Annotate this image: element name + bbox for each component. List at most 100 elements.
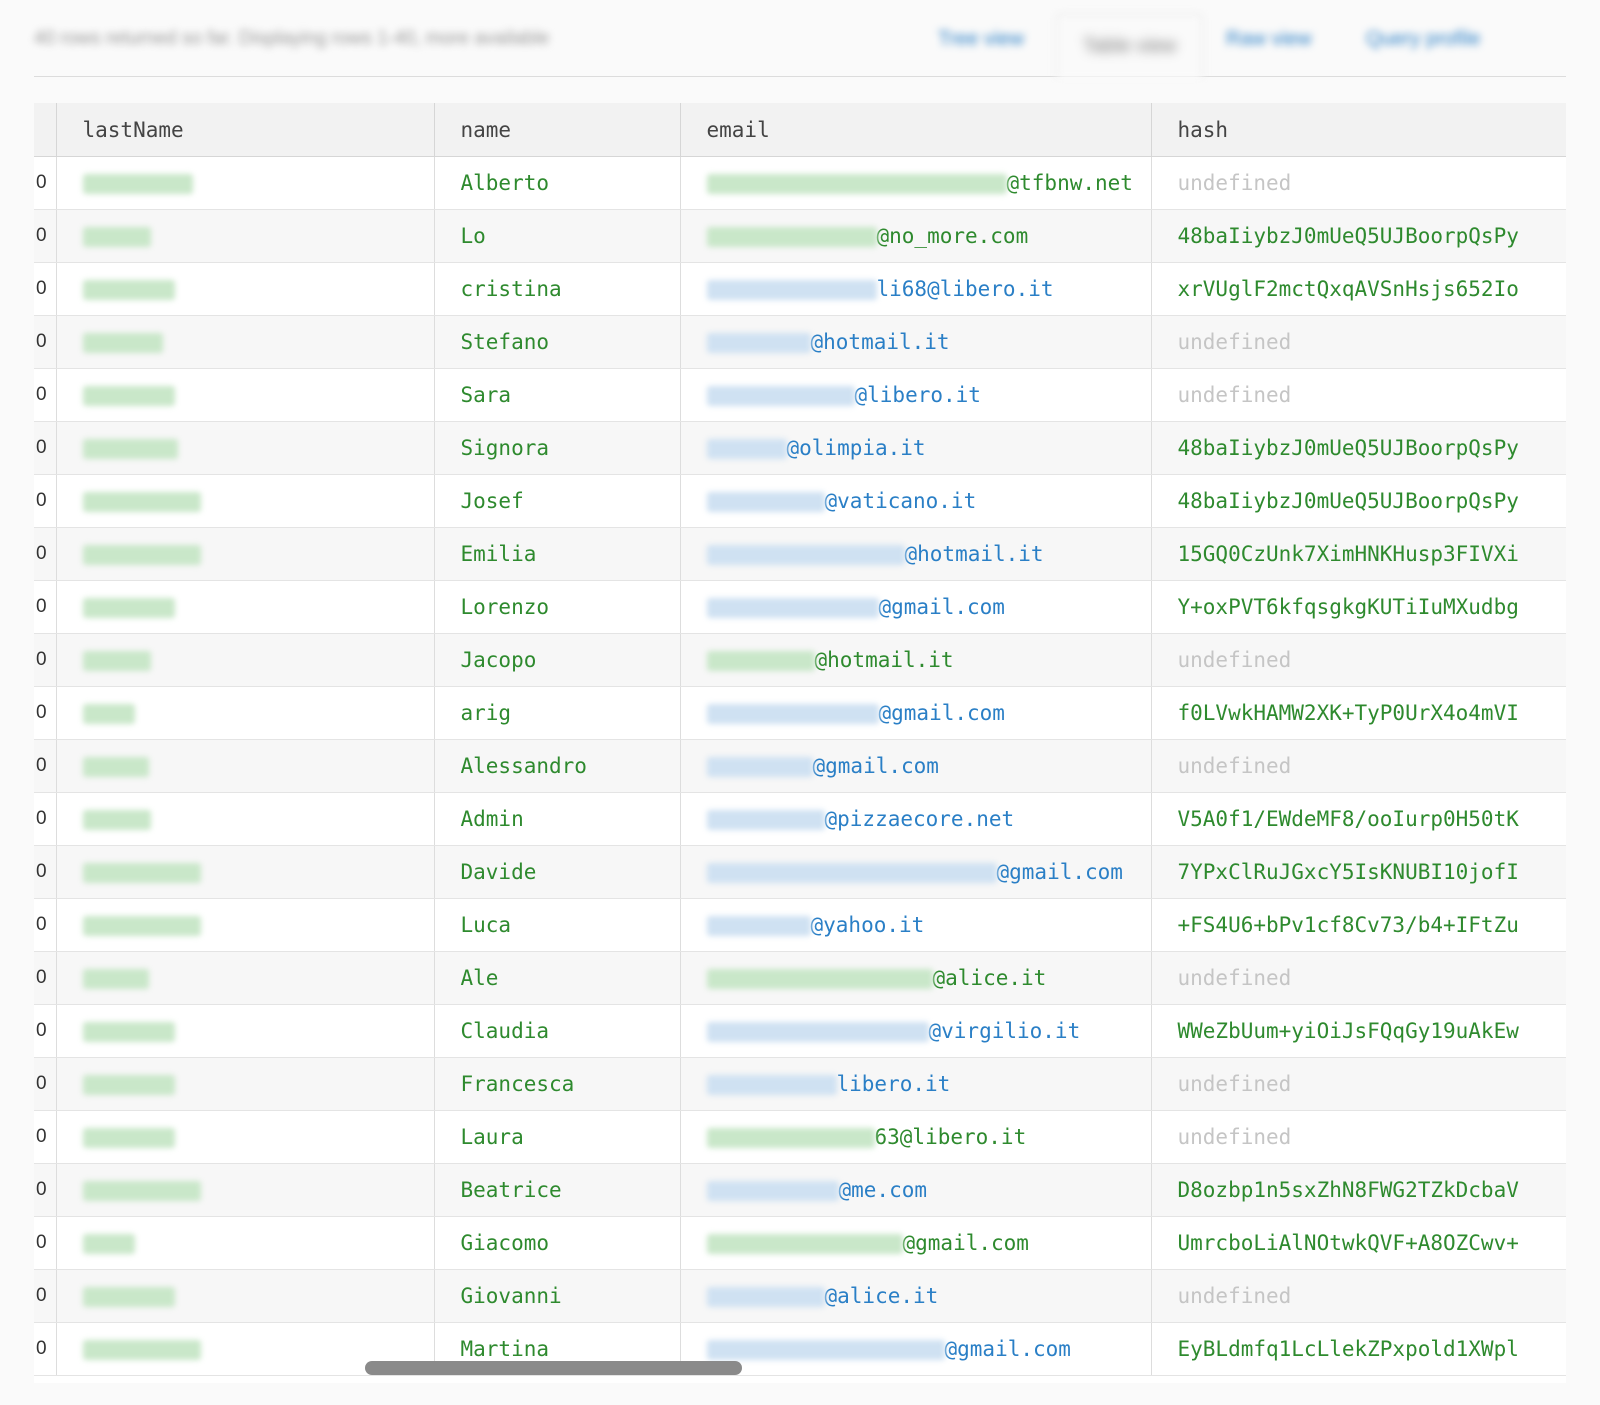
- column-header-email[interactable]: email: [680, 103, 1152, 157]
- tab-raw-view[interactable]: Raw view: [1226, 28, 1312, 51]
- hash-cell[interactable]: xrVUglF2mctQxqAVSnHsjs652Io: [1151, 262, 1566, 316]
- email-cell[interactable]: @gmail.com: [680, 845, 1152, 899]
- lastname-cell[interactable]: [56, 951, 435, 1005]
- lastname-cell[interactable]: [56, 1216, 435, 1270]
- name-cell[interactable]: Signora: [434, 421, 681, 475]
- hash-cell[interactable]: f0LVwkHAMW2XK+TyP0UrX4o4mVI: [1151, 686, 1566, 740]
- hash-cell[interactable]: UmrcboLiAlNOtwkQVF+A8OZCwv+: [1151, 1216, 1566, 1270]
- table-row[interactable]: 0 Emilia @hotmail.it 15GQ0CzUnk7XimHNKHusp3…: [34, 527, 1566, 581]
- tab-table-view[interactable]: Table view: [1056, 14, 1204, 78]
- hash-cell[interactable]: EyBLdmfq1LcLlekZPxpold1XWpl: [1151, 1322, 1566, 1376]
- hash-cell[interactable]: 15GQ0CzUnk7XimHNKHusp3FIVXi: [1151, 527, 1566, 581]
- table-row[interactable]: 0 Josef @vaticano.it 48baIiybzJ0mUeQ5UJBoor…: [34, 474, 1566, 528]
- table-row[interactable]: 0 Ale @alice.it undefined: [34, 951, 1566, 1005]
- email-cell[interactable]: @gmail.com: [680, 739, 1152, 793]
- hash-cell[interactable]: undefined: [1151, 1110, 1566, 1164]
- hash-cell[interactable]: 7YPxClRuJGxcY5IsKNUBI10jofI: [1151, 845, 1566, 899]
- name-cell[interactable]: Sara: [434, 368, 681, 422]
- lastname-cell[interactable]: [56, 262, 435, 316]
- name-cell[interactable]: Davide: [434, 845, 681, 899]
- hash-cell[interactable]: undefined: [1151, 1269, 1566, 1323]
- table-row[interactable]: 0 Lorenzo @gmail.com Y+oxPVT6kfqsgkgKUTiIuM…: [34, 580, 1566, 634]
- tab-tree-view[interactable]: Tree view: [938, 28, 1024, 51]
- lastname-cell[interactable]: [56, 580, 435, 634]
- table-row[interactable]: 0 Giacomo @gmail.com UmrcboLiAlNOtwkQVF+A8O…: [34, 1216, 1566, 1270]
- name-cell[interactable]: Beatrice: [434, 1163, 681, 1217]
- lastname-cell[interactable]: [56, 156, 435, 210]
- name-cell[interactable]: Giovanni: [434, 1269, 681, 1323]
- name-cell[interactable]: Laura: [434, 1110, 681, 1164]
- name-cell[interactable]: Lo: [434, 209, 681, 263]
- tab-query-profile[interactable]: Query profile: [1366, 28, 1481, 51]
- email-cell[interactable]: @tfbnw.net: [680, 156, 1152, 210]
- name-cell[interactable]: Stefano: [434, 315, 681, 369]
- table-row[interactable]: 0 arig @gmail.com f0LVwkHAMW2XK+TyP0UrX4o4m…: [34, 686, 1566, 740]
- lastname-cell[interactable]: [56, 845, 435, 899]
- lastname-cell[interactable]: [56, 739, 435, 793]
- table-row[interactable]: 0 Alberto @tfbnw.net undefined: [34, 156, 1566, 210]
- name-cell[interactable]: Jacopo: [434, 633, 681, 687]
- email-cell[interactable]: libero.it: [680, 1057, 1152, 1111]
- email-cell[interactable]: @me.com: [680, 1163, 1152, 1217]
- lastname-cell[interactable]: [56, 1163, 435, 1217]
- email-cell[interactable]: @alice.it: [680, 951, 1152, 1005]
- lastname-cell[interactable]: [56, 1004, 435, 1058]
- lastname-cell[interactable]: [56, 474, 435, 528]
- table-row[interactable]: 0 Martina @gmail.com EyBLdmfq1LcLlekZPxpold…: [34, 1322, 1566, 1376]
- email-cell[interactable]: @alice.it: [680, 1269, 1152, 1323]
- email-cell[interactable]: 63@libero.it: [680, 1110, 1152, 1164]
- table-row[interactable]: 0 Alessandro @gmail.com undefined: [34, 739, 1566, 793]
- table-row[interactable]: 0 Signora @olimpia.it 48baIiybzJ0mUeQ5UJBoo…: [34, 421, 1566, 475]
- email-cell[interactable]: @hotmail.it: [680, 315, 1152, 369]
- table-row[interactable]: 0 Lo @no_more.com 48baIiybzJ0mUeQ5UJBoorpQs…: [34, 209, 1566, 263]
- email-cell[interactable]: @no_more.com: [680, 209, 1152, 263]
- name-cell[interactable]: Lorenzo: [434, 580, 681, 634]
- table-row[interactable]: 0 Beatrice @me.com D8ozbp1n5sxZhN8FWG2TZkDc…: [34, 1163, 1566, 1217]
- lastname-cell[interactable]: [56, 1110, 435, 1164]
- name-cell[interactable]: Alberto: [434, 156, 681, 210]
- lastname-cell[interactable]: [56, 209, 435, 263]
- name-cell[interactable]: cristina: [434, 262, 681, 316]
- email-cell[interactable]: @hotmail.it: [680, 633, 1152, 687]
- column-header-hash[interactable]: hash: [1151, 103, 1566, 157]
- table-row[interactable]: 0 Jacopo @hotmail.it undefined: [34, 633, 1566, 687]
- lastname-cell[interactable]: [56, 1057, 435, 1111]
- email-cell[interactable]: @virgilio.it: [680, 1004, 1152, 1058]
- hash-cell[interactable]: D8ozbp1n5sxZhN8FWG2TZkDcbaV: [1151, 1163, 1566, 1217]
- table-row[interactable]: 0 Davide @gmail.com 7YPxClRuJGxcY5IsKNUBI10…: [34, 845, 1566, 899]
- table-row[interactable]: 0 Admin @pizzaecore.net V5A0f1/EWdeMF8/ooIu…: [34, 792, 1566, 846]
- email-cell[interactable]: @gmail.com: [680, 580, 1152, 634]
- name-cell[interactable]: Emilia: [434, 527, 681, 581]
- hash-cell[interactable]: undefined: [1151, 368, 1566, 422]
- name-cell[interactable]: arig: [434, 686, 681, 740]
- hash-cell[interactable]: undefined: [1151, 739, 1566, 793]
- email-cell[interactable]: @yahoo.it: [680, 898, 1152, 952]
- email-cell[interactable]: @olimpia.it: [680, 421, 1152, 475]
- email-cell[interactable]: @vaticano.it: [680, 474, 1152, 528]
- lastname-cell[interactable]: [56, 315, 435, 369]
- name-cell[interactable]: Claudia: [434, 1004, 681, 1058]
- hash-cell[interactable]: undefined: [1151, 315, 1566, 369]
- email-cell[interactable]: @hotmail.it: [680, 527, 1152, 581]
- hash-cell[interactable]: 48baIiybzJ0mUeQ5UJBoorpQsPy: [1151, 474, 1566, 528]
- hash-cell[interactable]: undefined: [1151, 156, 1566, 210]
- email-cell[interactable]: li68@libero.it: [680, 262, 1152, 316]
- hash-cell[interactable]: undefined: [1151, 951, 1566, 1005]
- lastname-cell[interactable]: [56, 368, 435, 422]
- hash-cell[interactable]: 48baIiybzJ0mUeQ5UJBoorpQsPy: [1151, 209, 1566, 263]
- hash-cell[interactable]: 48baIiybzJ0mUeQ5UJBoorpQsPy: [1151, 421, 1566, 475]
- email-cell[interactable]: @pizzaecore.net: [680, 792, 1152, 846]
- hash-cell[interactable]: undefined: [1151, 1057, 1566, 1111]
- lastname-cell[interactable]: [56, 686, 435, 740]
- lastname-cell[interactable]: [56, 421, 435, 475]
- email-cell[interactable]: @libero.it: [680, 368, 1152, 422]
- name-cell[interactable]: Ale: [434, 951, 681, 1005]
- hash-cell[interactable]: WWeZbUum+yiOiJsFQqGy19uAkEw: [1151, 1004, 1566, 1058]
- table-row[interactable]: 0 Giovanni @alice.it undefined: [34, 1269, 1566, 1323]
- table-row[interactable]: 0 Stefano @hotmail.it undefined: [34, 315, 1566, 369]
- table-row[interactable]: 0 cristina li68@libero.it xrVUglF2mctQxqAVS…: [34, 262, 1566, 316]
- column-header-lastname[interactable]: lastName: [56, 103, 435, 157]
- name-cell[interactable]: Giacomo: [434, 1216, 681, 1270]
- email-cell[interactable]: @gmail.com: [680, 686, 1152, 740]
- email-cell[interactable]: @gmail.com: [680, 1322, 1152, 1376]
